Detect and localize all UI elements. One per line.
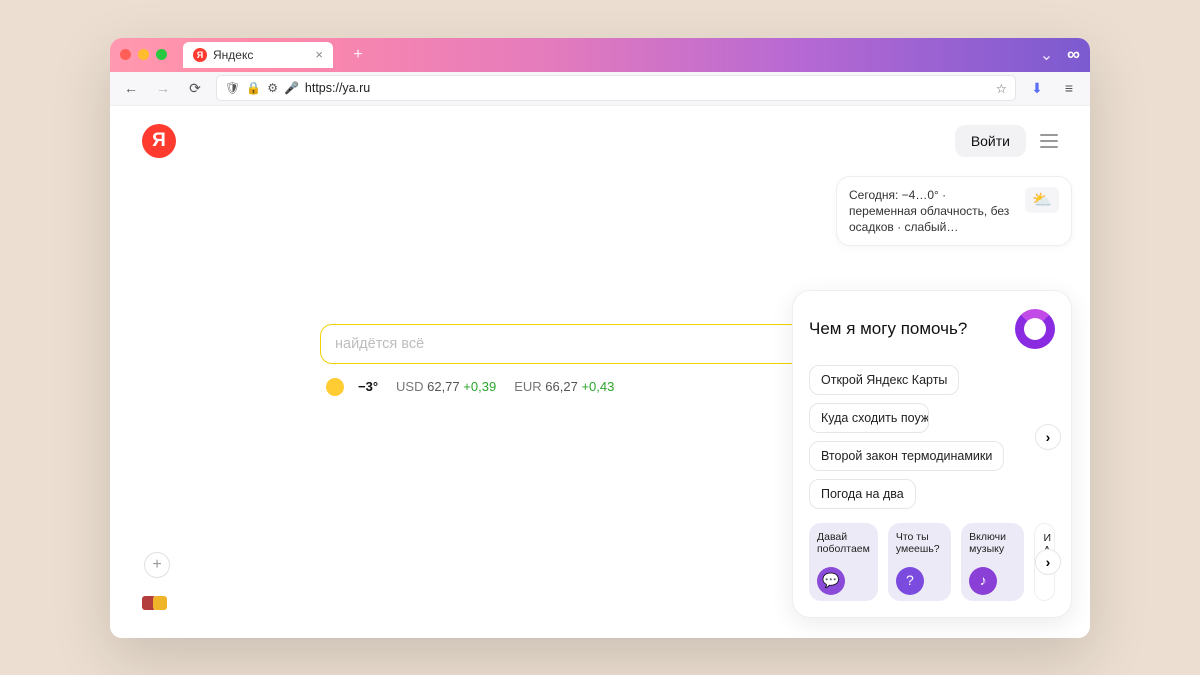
partly-cloudy-icon: ⛅: [1025, 187, 1059, 213]
alice-card-label: Что ты умеешь?: [896, 531, 943, 567]
weather-tooltip[interactable]: Сегодня: −4…0° · переменная облачность, …: [836, 176, 1072, 247]
currency-value-usd: 62,77: [427, 379, 460, 394]
weather-sun-icon[interactable]: [326, 378, 344, 396]
speech-bubble-icon: 💬: [817, 567, 845, 595]
weather-text: Сегодня: −4…0° · переменная облачность, …: [849, 187, 1015, 236]
toolbar: ← → ⟳ 🛡 🔒 ⚙ 🎤 https://ya.ru ☆ ⬇ ≡: [110, 72, 1090, 106]
maximize-window-button[interactable]: [156, 49, 167, 60]
alice-card-chat[interactable]: Давай поболтаем 💬: [809, 523, 878, 601]
app-menu-button[interactable]: ≡: [1058, 77, 1080, 99]
url-text: https://ya.ru: [305, 81, 370, 95]
alice-logo-icon[interactable]: [1015, 309, 1055, 349]
new-tab-button[interactable]: +: [347, 44, 369, 66]
page-header: Я Войти: [142, 124, 1058, 158]
alice-panel: Чем я могу помочь? Открой Яндекс Карты К…: [792, 290, 1072, 618]
alice-chip[interactable]: Погода на два: [809, 479, 916, 509]
currency-label-eur[interactable]: EUR: [514, 379, 541, 394]
tab-favicon: Я: [193, 48, 207, 62]
bookmark-star-icon[interactable]: ☆: [996, 81, 1007, 96]
alice-chips: Открой Яндекс Карты Куда сходить поужина…: [809, 365, 1055, 509]
address-bar[interactable]: 🛡 🔒 ⚙ 🎤 https://ya.ru ☆: [216, 75, 1016, 101]
alice-card-skills[interactable]: Что ты умеешь? ?: [888, 523, 951, 601]
forward-button[interactable]: →: [152, 77, 174, 99]
browser-window: Я Яндекс × + ⌄ ∞ ← → ⟳ 🛡 🔒 ⚙ 🎤 https://y…: [110, 38, 1090, 638]
tabs-dropdown-icon[interactable]: ⌄: [1040, 45, 1053, 65]
alice-chip[interactable]: Открой Яндекс Карты: [809, 365, 959, 395]
settings-toggle-icon[interactable]: ⚙: [267, 81, 278, 95]
add-widget-button[interactable]: +: [144, 552, 170, 578]
music-icon: ♪: [969, 567, 997, 595]
minimize-window-button[interactable]: [138, 49, 149, 60]
cards-scroll-right-button[interactable]: ›: [1035, 549, 1061, 575]
alice-title: Чем я могу помочь?: [809, 319, 967, 339]
shortcut-icon: [153, 596, 167, 610]
alice-card-label: Включи музыку: [969, 531, 1016, 567]
currency-delta-usd: +0,39: [463, 379, 496, 394]
yandex-logo[interactable]: Я: [142, 124, 176, 158]
reload-button[interactable]: ⟳: [184, 77, 206, 99]
alice-card-music[interactable]: Включи музыку ♪: [961, 523, 1024, 601]
downloads-icon[interactable]: ⬇: [1026, 77, 1048, 99]
alice-chip[interactable]: Второй закон термодинамики: [809, 441, 1004, 471]
login-button[interactable]: Войти: [955, 125, 1026, 157]
alice-card-label: Давай поболтаем: [817, 531, 870, 567]
alice-cards: Давай поболтаем 💬 Что ты умеешь? ? Включ…: [809, 523, 1055, 601]
currency-value-eur: 66,27: [545, 379, 578, 394]
infinity-icon[interactable]: ∞: [1067, 44, 1080, 65]
shield-icon: 🛡: [225, 81, 240, 95]
currency-delta-eur: +0,43: [581, 379, 614, 394]
mic-icon[interactable]: 🎤: [284, 81, 299, 95]
chips-scroll-right-button[interactable]: ›: [1035, 424, 1061, 450]
tab-title: Яндекс: [213, 48, 253, 62]
menu-button[interactable]: [1040, 134, 1058, 148]
alice-chip[interactable]: Куда сходить поужина: [809, 403, 929, 433]
close-window-button[interactable]: [120, 49, 131, 60]
close-tab-button[interactable]: ×: [315, 47, 323, 62]
back-button[interactable]: ←: [120, 77, 142, 99]
browser-tab[interactable]: Я Яндекс ×: [183, 42, 333, 68]
titlebar: Я Яндекс × + ⌄ ∞: [110, 38, 1090, 72]
window-controls: [120, 49, 167, 60]
sidebar-shortcut[interactable]: [142, 596, 167, 610]
lock-icon: 🔒: [246, 81, 261, 95]
question-icon: ?: [896, 567, 924, 595]
temperature[interactable]: −3°: [358, 379, 378, 394]
page-content: Я Войти Сегодня: −4…0° · переменная обла…: [110, 106, 1090, 638]
search-input[interactable]: [335, 336, 865, 352]
currency-label-usd[interactable]: USD: [396, 379, 423, 394]
